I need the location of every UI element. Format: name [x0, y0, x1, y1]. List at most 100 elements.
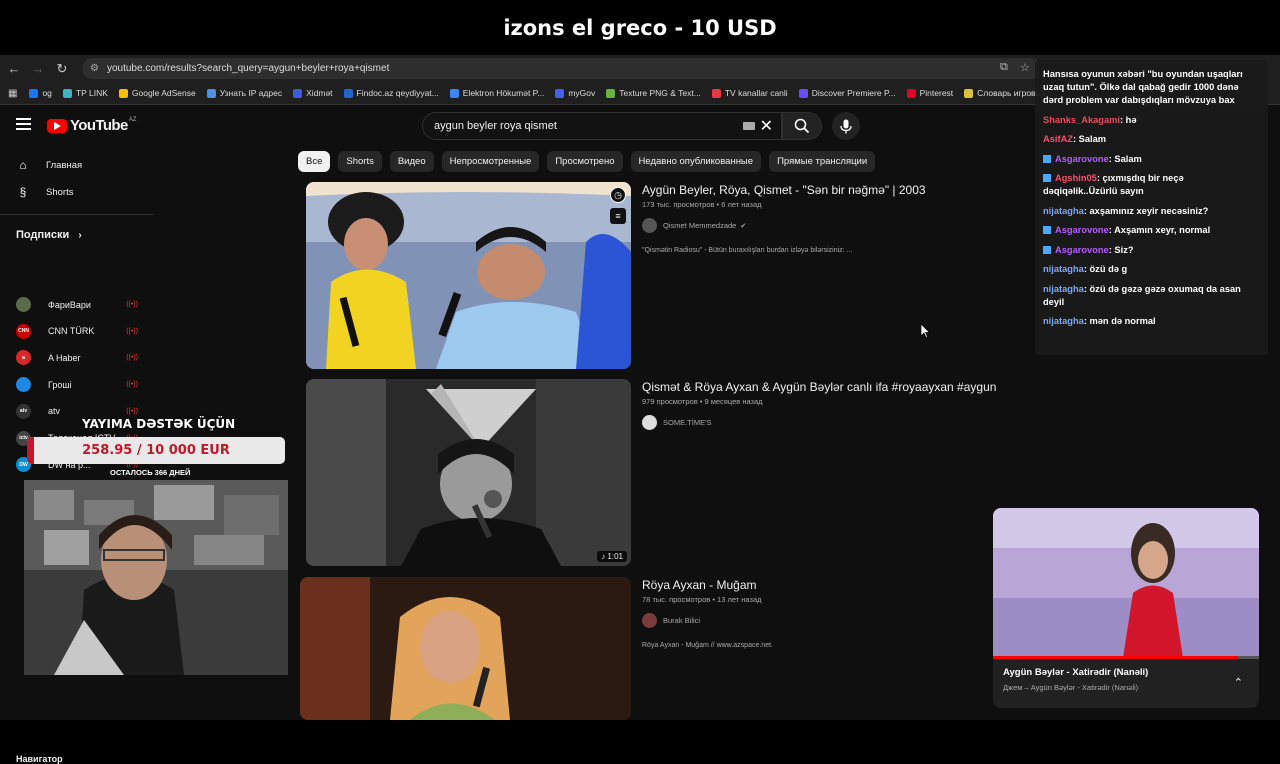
video-thumbnail[interactable]: ♪ 1:01: [306, 379, 631, 566]
video-result[interactable]: ♪ 1:01 Qismət & Röya Ayxan & Aygün Bəylə…: [300, 377, 996, 567]
bookmark-favicon-icon: [964, 88, 974, 98]
navigator-heading: Навигатор: [16, 754, 63, 764]
video-result[interactable]: ◷ ≡ Aygün Beyler, Röya, Qismet - "Sən bi…: [300, 180, 980, 370]
add-to-queue-icon[interactable]: ≡: [610, 208, 626, 224]
bookmark-label: TV kanallar canli: [724, 88, 788, 98]
subscription-label: CNN TÜRK: [48, 326, 95, 337]
bookmark-item[interactable]: TP LINK: [62, 88, 108, 98]
reload-icon[interactable]: ↻: [50, 61, 74, 77]
video-title[interactable]: Röya Ayxan - Muğam: [642, 578, 757, 592]
bookmark-label: TP LINK: [75, 88, 108, 98]
video-title[interactable]: Aygün Beyler, Röya, Qismet - "Sən bir nə…: [642, 183, 926, 197]
video-meta: 173 тыс. просмотров • 6 лет назад: [642, 200, 762, 209]
thumbnail-image: [306, 379, 631, 566]
bookmark-item[interactable]: Xidmət: [293, 88, 333, 98]
voice-search-button[interactable]: [832, 112, 860, 140]
menu-icon[interactable]: [16, 118, 31, 130]
install-app-icon[interactable]: ⧉: [1000, 61, 1008, 74]
streamer-webcam: [24, 480, 288, 675]
bookmark-item[interactable]: Google AdSense: [118, 88, 196, 98]
bookmark-item[interactable]: Discover Premiere P...: [798, 88, 896, 98]
address-bar[interactable]: ⚙ youtube.com/results?search_query=aygun…: [82, 58, 1042, 79]
bookmark-favicon-icon: [798, 88, 808, 98]
bookmark-label: Discover Premiere P...: [811, 88, 896, 98]
filter-chip[interactable]: Видео: [389, 151, 434, 172]
filter-chip[interactable]: Непросмотренные: [441, 151, 540, 172]
chat-username: Asgarovone: [1055, 153, 1109, 164]
goal-progress-bar: 258.95 / 10 000 EUR: [27, 437, 285, 464]
filter-chip[interactable]: Shorts: [338, 151, 382, 172]
bookmark-item[interactable]: Elektron Hökumət P...: [449, 88, 545, 98]
mouse-cursor-icon: [921, 324, 930, 338]
channel-link[interactable]: Burak Bilici: [642, 613, 700, 628]
subscription-item[interactable]: ФариВари ((•)): [16, 297, 141, 312]
forward-icon[interactable]: →: [26, 61, 50, 76]
channel-name: Burak Bilici: [663, 616, 701, 625]
verified-icon: ✔: [740, 222, 747, 230]
chat-username: AsifAZ: [1043, 134, 1073, 144]
subscription-item[interactable]: Гроші ((•)): [16, 377, 141, 393]
video-thumbnail[interactable]: [300, 577, 631, 720]
watch-later-icon[interactable]: ◷: [610, 187, 626, 203]
bookmark-item[interactable]: Findoc.az qeydiyyat...: [343, 88, 439, 98]
site-info-icon[interactable]: ⚙: [90, 63, 99, 74]
video-title[interactable]: Qismət & Röya Ayxan & Aygün Bəylər canlı…: [642, 380, 996, 394]
chat-username: Shanks_Akagami: [1043, 114, 1120, 125]
channel-avatar: a: [16, 350, 31, 366]
chat-text: : axşamınız xeyir necəsiniz?: [1083, 205, 1209, 216]
miniplayer[interactable]: Aygün Bəylər - Xatirədir (Nanəli) Джем –…: [993, 508, 1259, 708]
bookmark-item[interactable]: TV kanallar canli: [711, 88, 788, 98]
bookmark-item[interactable]: Pinterest: [906, 88, 954, 98]
miniplayer-progress[interactable]: [993, 656, 1259, 659]
chat-username: nijatagha: [1043, 316, 1084, 326]
channel-avatar: [16, 297, 31, 312]
donation-banner: izons el greco - 10 USD: [0, 0, 1280, 55]
sidebar-item-label: Shorts: [46, 186, 74, 198]
chat-message: nijatagha: mən də normal: [1043, 315, 1260, 328]
chat-username: Agshin05: [1055, 173, 1097, 183]
sidebar-item-shorts[interactable]: § Shorts: [16, 185, 74, 199]
live-indicator-icon: ((•)): [126, 407, 138, 415]
video-meta: 78 тыс. просмотров • 13 лет назад: [642, 595, 762, 604]
bookmark-item[interactable]: Texture PNG & Text...: [606, 88, 701, 98]
live-indicator-icon: ((•)): [126, 327, 138, 335]
bookmark-item[interactable]: og: [29, 88, 52, 98]
bookmark-label: myGov: [568, 88, 596, 98]
bookmark-label: Pinterest: [919, 88, 954, 98]
channel-avatar: atv: [16, 403, 31, 419]
channel-avatar: [16, 377, 31, 393]
chat-message: Hansısa oyunun xəbəri "bu oyundan uşaqla…: [1043, 68, 1260, 107]
subscriptions-heading[interactable]: Подписки ›: [16, 229, 82, 241]
apps-grid-icon[interactable]: ▦: [8, 88, 17, 99]
sidebar-item-home[interactable]: ⌂ Главная: [16, 158, 82, 172]
filter-chip[interactable]: Просмотрено: [547, 151, 623, 172]
search-input[interactable]: aygun beyler roya qismet ✕: [422, 112, 782, 140]
bookmark-label: Elektron Hökumət P...: [462, 88, 545, 98]
filter-chip[interactable]: Все: [298, 151, 331, 172]
youtube-logo[interactable]: YouTube AZ: [47, 117, 136, 134]
channel-link[interactable]: Qismet Memmedzade ✔: [642, 218, 746, 233]
video-result[interactable]: Röya Ayxan - Muğam 78 тыс. просмотров • …: [300, 575, 980, 720]
expand-miniplayer-icon[interactable]: ⌃: [1234, 676, 1243, 689]
subscription-item[interactable]: a A Haber ((•)): [16, 350, 141, 366]
bookmark-favicon-icon: [118, 88, 128, 98]
bookmark-item[interactable]: myGov: [555, 88, 595, 98]
filter-chip[interactable]: Недавно опубликованные: [630, 151, 762, 172]
chevron-right-icon: ›: [78, 230, 82, 241]
filter-chip[interactable]: Прямые трансляции: [769, 151, 876, 172]
back-icon[interactable]: ←: [2, 61, 26, 76]
channel-link[interactable]: SOME.TİME'S: [642, 415, 712, 430]
chat-username: Asgarovone: [1055, 244, 1109, 255]
bookmark-item[interactable]: Узнать IP адрес: [206, 88, 282, 98]
video-thumbnail[interactable]: ◷ ≡: [306, 182, 631, 369]
subscription-item[interactable]: CNN CNN TÜRK ((•)): [16, 323, 141, 339]
miniplayer-video[interactable]: [993, 508, 1259, 658]
microphone-icon: [840, 119, 852, 133]
clear-search-icon[interactable]: ✕: [760, 116, 773, 136]
search-button[interactable]: [782, 112, 822, 140]
bookmark-star-icon[interactable]: ☆: [1020, 61, 1030, 74]
chat-message: Shanks_Akagami: hə: [1043, 114, 1260, 127]
chat-message: Asgarovone: Salam: [1043, 153, 1260, 166]
search-query: aygun beyler roya qismet: [434, 120, 557, 132]
keyboard-icon[interactable]: [743, 122, 755, 130]
